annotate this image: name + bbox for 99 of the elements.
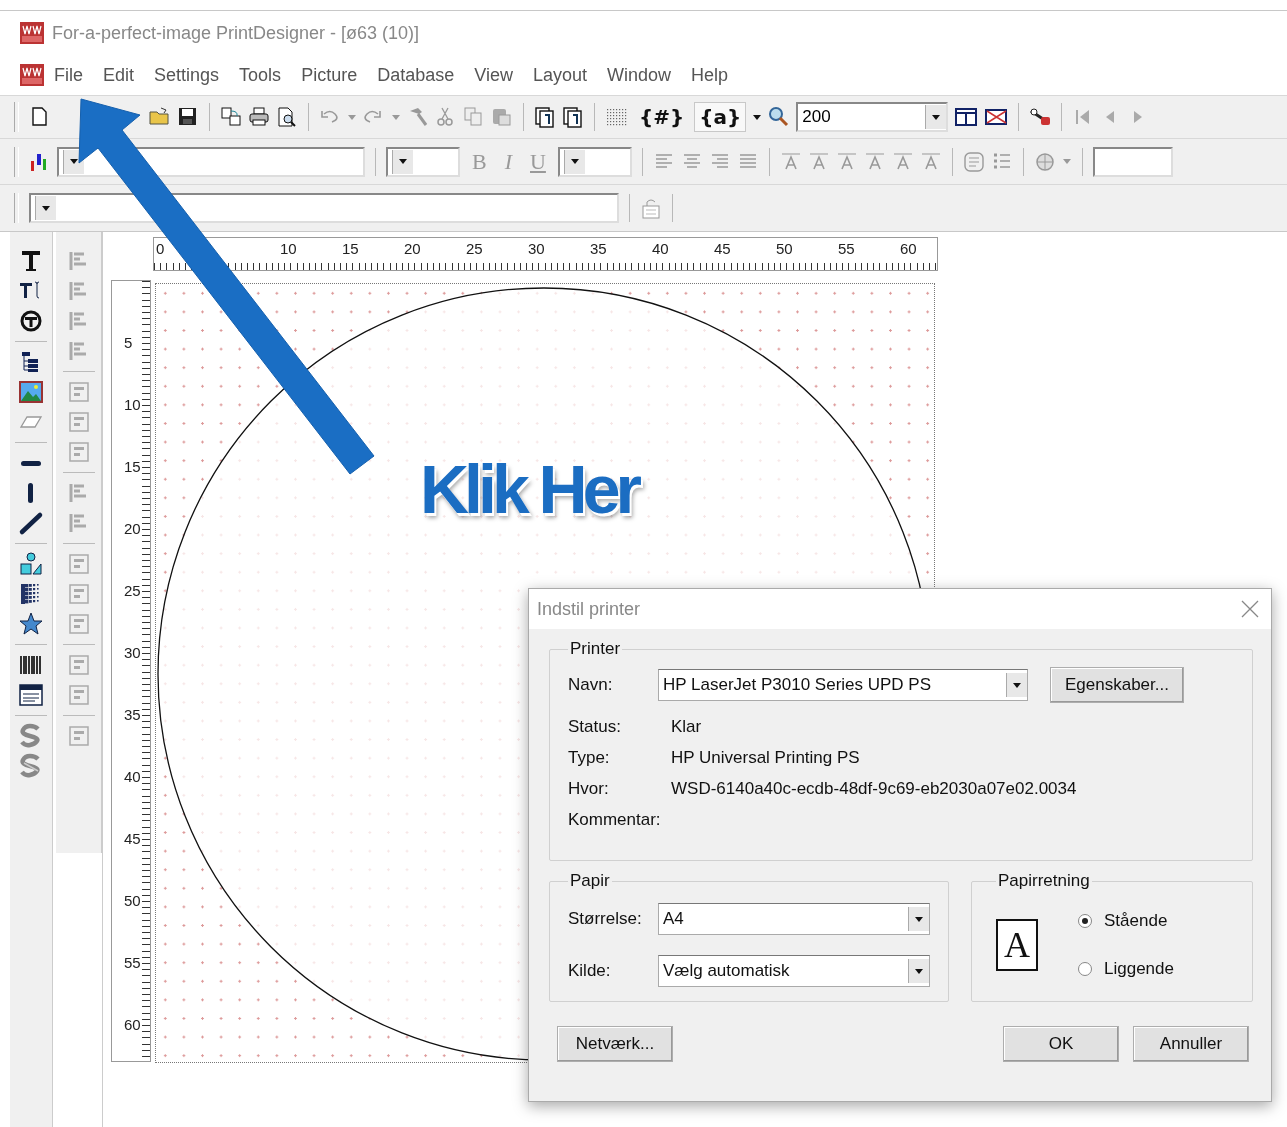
- star-icon[interactable]: [18, 611, 44, 637]
- ruler-label: 40: [124, 768, 141, 785]
- app-logo-icon: [20, 22, 44, 44]
- ruler-label: 45: [124, 830, 141, 847]
- ruler-label: 35: [590, 240, 607, 257]
- ruler-label: 20: [124, 520, 141, 537]
- menu-item[interactable]: Picture: [291, 64, 368, 86]
- menu-item[interactable]: File: [44, 64, 93, 86]
- caret-icon: [914, 915, 924, 923]
- orientation-radio[interactable]: Stående: [1078, 911, 1174, 931]
- paper-dropdown[interactable]: A4: [658, 903, 930, 935]
- field-label: Navn:: [568, 675, 614, 695]
- caret-icon: [1012, 681, 1022, 689]
- printer-icon[interactable]: [248, 106, 270, 128]
- annotation-text: Klik Her: [420, 450, 637, 528]
- menu-item[interactable]: Help: [681, 64, 739, 86]
- columns-icon[interactable]: [954, 106, 979, 128]
- ruler-label: 0: [156, 240, 165, 257]
- menu-item[interactable]: Layout: [522, 64, 597, 86]
- document-icon[interactable]: [18, 682, 44, 708]
- circular-text-icon[interactable]: [18, 308, 44, 334]
- dialog-title: Indstil printer: [537, 598, 641, 620]
- info-label: Kommentar:: [568, 810, 662, 830]
- ruler-label: 35: [124, 706, 141, 723]
- ruler-label: 55: [838, 240, 855, 257]
- info-label: Type:: [568, 748, 611, 768]
- printer-name-dropdown[interactable]: HP LaserJet P3010 Series UPD PS: [658, 669, 1028, 701]
- tool-icon[interactable]: [1029, 106, 1052, 128]
- ruler-label: 15: [342, 240, 359, 257]
- ruler-label: 25: [124, 582, 141, 599]
- ruler-label: 55: [124, 954, 141, 971]
- info-label: Hvor:: [568, 779, 610, 799]
- shapes-icon[interactable]: [18, 551, 44, 577]
- caret-icon: [41, 204, 51, 212]
- caret-icon: [914, 967, 924, 975]
- window-title: For-a-perfect-image PrintDesigner - [ø63 (10)]: [52, 22, 420, 44]
- caret-icon[interactable]: [752, 113, 763, 121]
- variable-button[interactable]: {a}: [694, 102, 747, 132]
- ruler-label: 60: [900, 240, 917, 257]
- text-frame-icon[interactable]: [962, 150, 985, 173]
- ruler-label: 50: [776, 240, 793, 257]
- menu-item[interactable]: View: [464, 64, 523, 86]
- ruler-label: 5: [124, 334, 133, 351]
- ruler-label: 30: [124, 644, 141, 661]
- diagonal-line-icon[interactable]: [18, 510, 44, 536]
- copy-icon[interactable]: [463, 106, 485, 128]
- caret-icon: [69, 158, 79, 165]
- menu-item[interactable]: Window: [596, 64, 681, 86]
- globe-icon[interactable]: [1033, 150, 1056, 173]
- menu-item[interactable]: Settings: [144, 64, 230, 86]
- envelope-icon[interactable]: [984, 106, 1009, 128]
- dialog-button[interactable]: Netværk...: [557, 1026, 673, 1062]
- input-field[interactable]: [1092, 146, 1173, 177]
- menu-item[interactable]: Database: [367, 64, 465, 86]
- info-label: Status:: [568, 717, 622, 737]
- ruler-label: 10: [124, 396, 141, 413]
- caret-icon: [569, 158, 580, 165]
- ruler-label: 15: [124, 458, 141, 475]
- info-value: WSD-6140a40c-ecdb-48df-9c69-eb2030a07e02.0034: [671, 779, 1077, 799]
- ruler-label: 30: [528, 240, 545, 257]
- dialog-button[interactable]: OK: [1003, 1026, 1119, 1062]
- orientation-preview-icon: A: [996, 919, 1038, 971]
- font-size-dropdown[interactable]: [386, 146, 460, 177]
- ruler-label: 60: [124, 1016, 141, 1033]
- zoom-dropdown[interactable]: 200: [796, 102, 949, 132]
- ruler-label: 40: [652, 240, 669, 257]
- save-icon[interactable]: [177, 106, 199, 128]
- info-value: HP Universal Printing PS: [671, 748, 860, 768]
- ruler-label: 50: [124, 892, 141, 909]
- style-dropdown[interactable]: [557, 146, 632, 177]
- field-label: Kilde:: [568, 961, 612, 981]
- group-label: Papir: [569, 871, 611, 891]
- zoom-icon[interactable]: [768, 106, 791, 128]
- copy-page-icon[interactable]: [220, 106, 242, 128]
- system-menu-icon[interactable]: [20, 64, 44, 86]
- open-folder-icon[interactable]: [149, 106, 171, 128]
- paste-icon[interactable]: [491, 106, 513, 128]
- paper-dropdown[interactable]: Vælg automatisk: [658, 955, 930, 987]
- orientation-radio[interactable]: Liggende: [1078, 959, 1174, 979]
- field-button[interactable]: {#}: [635, 103, 689, 131]
- print-preview-icon[interactable]: [276, 106, 298, 128]
- dialog-button[interactable]: Annuller: [1133, 1026, 1249, 1062]
- ruler-label: 20: [404, 240, 421, 257]
- caret-icon: [398, 158, 408, 165]
- dot-grid-icon[interactable]: [605, 106, 629, 128]
- group-label: Papirretning: [997, 871, 1091, 891]
- properties-button[interactable]: Egenskaber...: [1050, 667, 1184, 703]
- info-value: Klar: [671, 717, 702, 737]
- field-label: Størrelse:: [568, 909, 643, 929]
- group-label: Printer: [569, 639, 622, 659]
- lock-icon[interactable]: [640, 197, 662, 219]
- ruler-label: 10: [280, 240, 297, 257]
- caret-icon: [931, 113, 942, 121]
- menu-item[interactable]: Tools: [229, 64, 292, 86]
- ruler-label: 25: [466, 240, 483, 257]
- menu-item[interactable]: Edit: [93, 64, 145, 86]
- ruler-label: 45: [714, 240, 731, 257]
- picture-icon[interactable]: [18, 379, 44, 405]
- object-dropdown[interactable]: [29, 193, 619, 223]
